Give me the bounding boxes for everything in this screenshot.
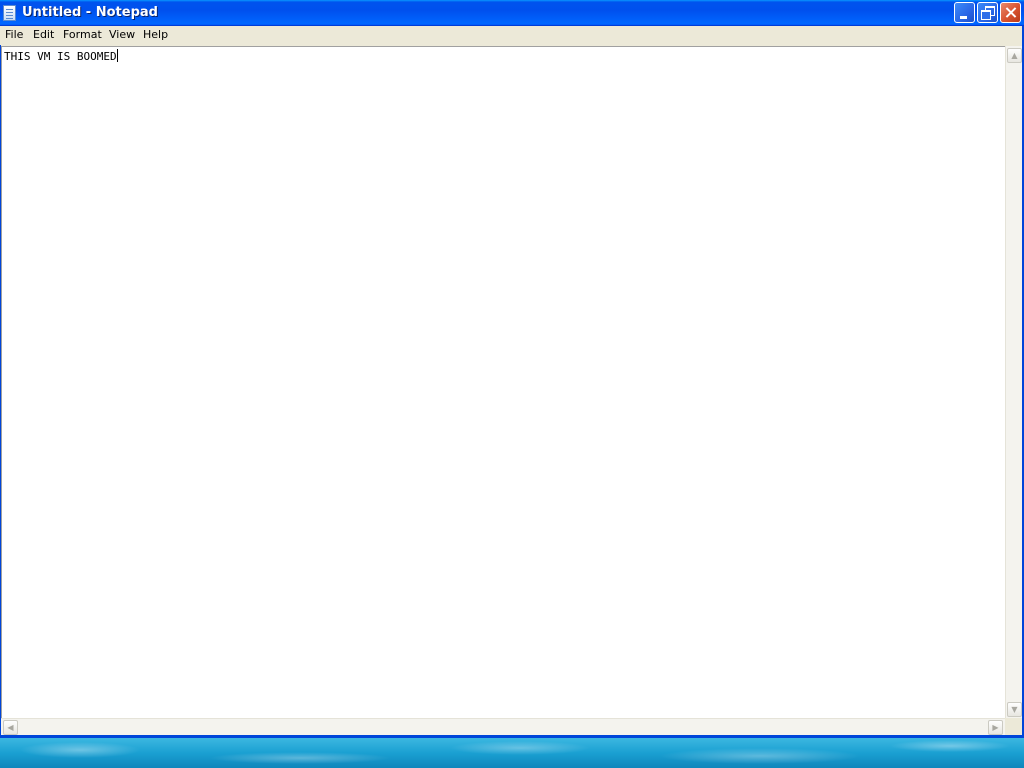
scroll-down-icon[interactable]: ▼ — [1007, 702, 1022, 717]
vertical-scrollbar[interactable]: ▲ ▼ — [1005, 46, 1022, 718]
menu-view[interactable]: View — [106, 28, 138, 42]
window-frame-bottom — [0, 735, 1024, 738]
editor-content: THIS VM IS BOOMED — [4, 49, 118, 63]
text-caret — [116, 49, 118, 62]
menu-bar: File Edit Format View Help — [0, 26, 1024, 45]
menu-help[interactable]: Help — [140, 28, 171, 42]
menu-edit[interactable]: Edit — [30, 28, 57, 42]
editor-text: THIS VM IS BOOMED — [4, 50, 117, 63]
minimize-button[interactable] — [954, 2, 975, 23]
notepad-icon[interactable] — [3, 5, 16, 21]
text-editor-area[interactable]: THIS VM IS BOOMED — [1, 46, 1005, 718]
desktop-wallpaper — [0, 738, 1024, 768]
menu-format[interactable]: Format — [60, 28, 105, 42]
horizontal-scrollbar[interactable]: ◀ ▶ — [1, 718, 1005, 735]
menu-file[interactable]: File — [2, 28, 26, 42]
close-button[interactable] — [1000, 2, 1021, 23]
title-bar[interactable]: Untitled - Notepad — [0, 0, 1024, 26]
scroll-right-icon[interactable]: ▶ — [988, 720, 1003, 735]
restore-button[interactable] — [977, 2, 998, 23]
resize-grip[interactable] — [1005, 718, 1022, 735]
window-frame-left — [0, 45, 1, 738]
scroll-up-icon[interactable]: ▲ — [1007, 48, 1022, 63]
window-title: Untitled - Notepad — [22, 5, 158, 20]
scroll-left-icon[interactable]: ◀ — [3, 720, 18, 735]
notepad-window: Untitled - Notepad File Edit Format View… — [0, 0, 1024, 738]
